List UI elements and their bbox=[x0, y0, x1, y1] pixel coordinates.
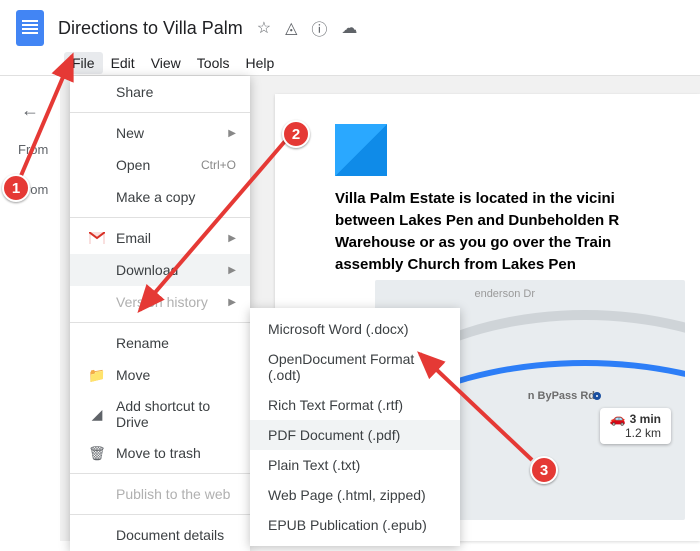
document-title[interactable]: Directions to Villa Palm bbox=[58, 18, 243, 39]
file-open[interactable]: Open Ctrl+O bbox=[70, 149, 250, 181]
doc-line: between Lakes Pen and Dunbeholden R bbox=[335, 210, 700, 232]
cloud-status-icon[interactable]: ☁ bbox=[341, 18, 357, 38]
menu-tools[interactable]: Tools bbox=[189, 52, 238, 74]
star-icon[interactable]: ☆ bbox=[257, 18, 271, 38]
file-move-label: Move bbox=[116, 367, 236, 383]
eta-distance: 1.2 km bbox=[625, 426, 661, 440]
file-rename-label: Rename bbox=[116, 335, 236, 351]
file-make-copy[interactable]: Make a copy bbox=[70, 181, 250, 213]
download-pdf[interactable]: PDF Document (.pdf) bbox=[250, 420, 460, 450]
file-move[interactable]: 📁 Move bbox=[70, 359, 250, 391]
document-body: Villa Palm Estate is located in the vici… bbox=[335, 188, 700, 276]
doc-line: Warehouse or as you go over the Train bbox=[335, 232, 700, 254]
file-email[interactable]: Email ▶ bbox=[70, 222, 250, 254]
file-rename[interactable]: Rename bbox=[70, 327, 250, 359]
download-rtf[interactable]: Rich Text Format (.rtf) bbox=[250, 390, 460, 420]
doc-line: Villa Palm Estate is located in the vici… bbox=[335, 188, 700, 210]
file-add-shortcut[interactable]: ◢ Add shortcut to Drive bbox=[70, 391, 250, 437]
file-open-label: Open bbox=[116, 157, 201, 173]
download-txt[interactable]: Plain Text (.txt) bbox=[250, 450, 460, 480]
download-epub[interactable]: EPUB Publication (.epub) bbox=[250, 510, 460, 540]
chevron-right-icon: ▶ bbox=[228, 233, 236, 244]
file-version-history[interactable]: Version history ▶ bbox=[70, 286, 250, 318]
addons-icon[interactable]: ◬ bbox=[285, 18, 297, 38]
file-details-label: Document details bbox=[116, 527, 236, 543]
file-makecopy-label: Make a copy bbox=[116, 189, 236, 205]
shortcut-text: Ctrl+O bbox=[201, 158, 236, 172]
map-street-label: enderson Dr bbox=[474, 288, 535, 300]
blank-icon bbox=[88, 526, 106, 544]
file-version-label: Version history bbox=[116, 294, 228, 310]
map-marker-icon bbox=[593, 392, 601, 400]
drive-shortcut-icon: ◢ bbox=[88, 405, 106, 423]
blank-icon bbox=[88, 188, 106, 206]
file-download[interactable]: Download ▶ bbox=[70, 254, 250, 286]
docs-logo-icon[interactable] bbox=[16, 10, 44, 46]
chevron-right-icon: ▶ bbox=[228, 128, 236, 139]
share-icon bbox=[88, 83, 106, 101]
chevron-right-icon: ▶ bbox=[228, 297, 236, 308]
file-share-label: Share bbox=[116, 84, 236, 100]
chevron-right-icon: ▶ bbox=[228, 265, 236, 276]
car-icon: 🚗 bbox=[610, 411, 630, 426]
file-move-to-trash[interactable]: 🗑 Move to trash bbox=[70, 437, 250, 469]
download-odt[interactable]: OpenDocument Format (.odt) bbox=[250, 344, 460, 390]
titlebar: Directions to Villa Palm ☆ ◬ ⓘ ☁ bbox=[0, 0, 700, 50]
blank-icon bbox=[88, 124, 106, 142]
file-trash-label: Move to trash bbox=[116, 445, 236, 461]
blank-icon bbox=[88, 293, 106, 311]
file-shortcut-label: Add shortcut to Drive bbox=[116, 398, 236, 430]
file-share[interactable]: Share bbox=[70, 76, 250, 108]
map-street-label: n ByPass Rd bbox=[528, 390, 595, 402]
menu-help[interactable]: Help bbox=[237, 52, 282, 74]
blank-icon bbox=[88, 485, 106, 503]
blank-icon bbox=[88, 334, 106, 352]
menu-view[interactable]: View bbox=[143, 52, 189, 74]
title-icon-group: ☆ ◬ ⓘ ☁ bbox=[257, 16, 358, 40]
outline-item[interactable]: From bbox=[0, 139, 60, 161]
menu-file[interactable]: File bbox=[64, 52, 103, 74]
gmail-icon bbox=[88, 229, 106, 247]
download-html[interactable]: Web Page (.html, zipped) bbox=[250, 480, 460, 510]
file-publish[interactable]: Publish to the web bbox=[70, 478, 250, 510]
map-eta-card: 🚗 3 min 1.2 km bbox=[600, 408, 671, 444]
doc-line: assembly Church from Lakes Pen bbox=[335, 254, 700, 276]
file-email-label: Email bbox=[116, 230, 228, 246]
trash-icon: 🗑 bbox=[88, 444, 106, 462]
file-dropdown: Share New ▶ Open Ctrl+O Make a copy Emai… bbox=[70, 76, 250, 551]
outline-sidebar: ← From From bbox=[0, 76, 60, 541]
windows-club-logo-icon bbox=[335, 124, 387, 176]
file-new[interactable]: New ▶ bbox=[70, 117, 250, 149]
annotation-step-2: 2 bbox=[282, 120, 310, 148]
menubar: File Edit View Tools Help bbox=[0, 50, 700, 76]
blank-icon bbox=[88, 156, 106, 174]
info-icon[interactable]: ⓘ bbox=[311, 16, 327, 40]
file-download-label: Download bbox=[116, 262, 228, 278]
download-docx[interactable]: Microsoft Word (.docx) bbox=[250, 314, 460, 344]
menu-edit[interactable]: Edit bbox=[103, 52, 143, 74]
annotation-step-3: 3 bbox=[530, 456, 558, 484]
download-submenu: Microsoft Word (.docx) OpenDocument Form… bbox=[250, 308, 460, 546]
eta-time: 3 min bbox=[630, 412, 661, 426]
blank-icon bbox=[88, 261, 106, 279]
folder-move-icon: 📁 bbox=[88, 366, 106, 384]
file-new-label: New bbox=[116, 125, 228, 141]
annotation-step-1: 1 bbox=[2, 174, 30, 202]
file-document-details[interactable]: Document details bbox=[70, 519, 250, 551]
outline-collapse-icon[interactable]: ← bbox=[21, 100, 39, 121]
file-publish-label: Publish to the web bbox=[116, 486, 236, 502]
